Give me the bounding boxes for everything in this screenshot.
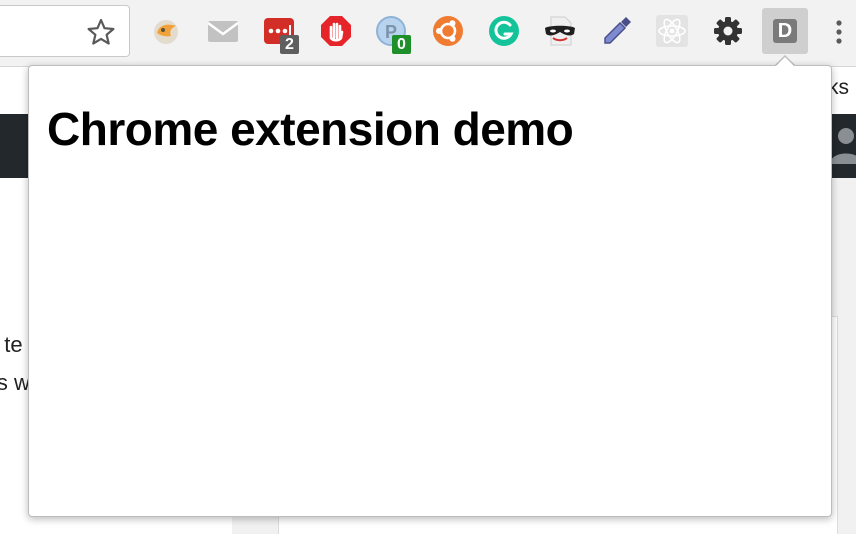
fox-icon[interactable] [149,14,183,48]
bookmark-star-icon[interactable] [86,17,116,47]
mask-icon[interactable] [543,14,577,48]
user-avatar-icon[interactable] [828,124,856,164]
mail-icon[interactable] [206,14,240,48]
eyedropper-icon[interactable] [600,14,634,48]
browser-window: ks t te is w 2 [0,0,856,534]
react-icon[interactable] [655,14,689,48]
more-vert-icon[interactable] [832,17,846,47]
demo-extension-button[interactable]: D [762,8,808,54]
page-body-text-line: is w [0,370,30,395]
lastpass-badge: 2 [280,35,299,54]
gear-icon[interactable] [711,14,745,48]
popup-title: Chrome extension demo [47,103,574,155]
ubuntu-icon[interactable] [431,14,465,48]
grammarly-icon[interactable] [487,14,521,48]
pinterest-badge: 0 [392,35,411,54]
page-body-text-line: t te [0,332,23,357]
hand-stop-icon[interactable] [319,14,353,48]
popup-arrow-fill [775,57,795,67]
extension-popup: Chrome extension demo [28,65,832,517]
d-icon: D [773,19,797,43]
browser-toolbar: 2 P 0 D [0,0,856,67]
